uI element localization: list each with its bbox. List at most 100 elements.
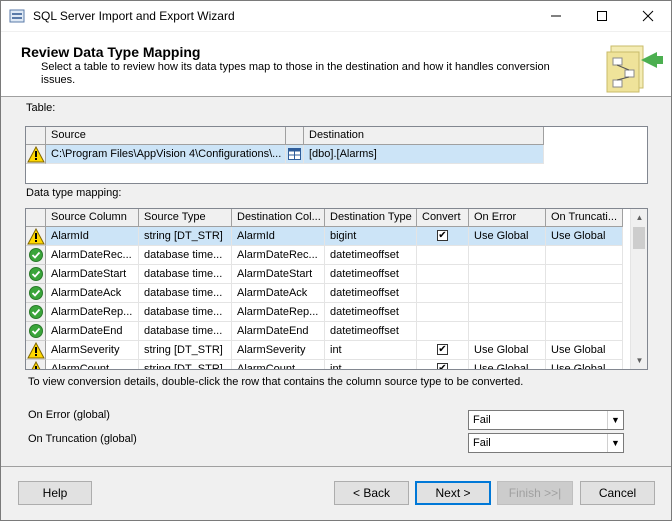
cell-convert[interactable] [417, 303, 469, 322]
convert-checkbox[interactable]: ✔ [437, 230, 448, 241]
cell-convert[interactable] [417, 284, 469, 303]
chevron-down-icon[interactable]: ▼ [607, 434, 623, 452]
mapping-col-on-error[interactable]: On Error [469, 209, 546, 227]
cell-destination-column[interactable]: AlarmId [232, 227, 325, 246]
convert-checkbox[interactable]: ✔ [437, 363, 448, 369]
cell-source-column[interactable]: AlarmDateAck [46, 284, 139, 303]
cell-destination-column[interactable]: AlarmDateEnd [232, 322, 325, 341]
cell-on-truncation[interactable] [546, 284, 623, 303]
cell-on-error[interactable]: Use Global [469, 360, 546, 369]
mapping-col-on-truncation[interactable]: On Truncati... [546, 209, 623, 227]
cancel-button[interactable]: Cancel [580, 481, 655, 505]
table-row-header[interactable] [26, 145, 46, 164]
cell-on-truncation[interactable]: Use Global [546, 227, 623, 246]
cell-source-column[interactable]: AlarmDateStart [46, 265, 139, 284]
mapping-col-destination-type[interactable]: Destination Type [325, 209, 417, 227]
mapping-row-header[interactable] [26, 303, 46, 322]
cell-destination-column[interactable]: AlarmDateRep... [232, 303, 325, 322]
chevron-down-icon[interactable]: ▼ [607, 411, 623, 429]
on-truncation-global-select[interactable]: Fail ▼ [468, 433, 624, 453]
mapping-col-source-column[interactable]: Source Column [46, 209, 139, 227]
cell-destination-column[interactable]: AlarmDateAck [232, 284, 325, 303]
cell-on-truncation[interactable]: Use Global [546, 341, 623, 360]
cell-source-type[interactable]: string [DT_STR] [139, 360, 232, 369]
table-col-source[interactable]: Source [46, 127, 286, 145]
cell-destination-type[interactable]: int [325, 341, 417, 360]
cell-on-error[interactable]: Use Global [469, 341, 546, 360]
wizard-window: SQL Server Import and Export Wizard Revi… [0, 0, 672, 521]
scroll-up-icon[interactable]: ▲ [631, 209, 647, 226]
mapping-row-header[interactable] [26, 284, 46, 303]
cell-destination-type[interactable]: bigint [325, 227, 417, 246]
mapping-row-header[interactable] [26, 246, 46, 265]
cell-convert[interactable]: ✔ [417, 341, 469, 360]
next-button[interactable]: Next > [415, 481, 491, 505]
mapping-row-header[interactable] [26, 360, 46, 369]
cell-source-column[interactable]: AlarmDateRec... [46, 246, 139, 265]
cell-destination-type[interactable]: datetimeoffset [325, 265, 417, 284]
cell-source-column[interactable]: AlarmDateEnd [46, 322, 139, 341]
cell-on-error[interactable] [469, 265, 546, 284]
scroll-down-icon[interactable]: ▼ [631, 352, 647, 369]
cell-destination-type[interactable]: int [325, 360, 417, 369]
cell-on-truncation[interactable]: Use Global [546, 360, 623, 369]
cell-source-type[interactable]: database time... [139, 284, 232, 303]
cell-source-type[interactable]: string [DT_STR] [139, 227, 232, 246]
cell-destination-column[interactable]: AlarmDateStart [232, 265, 325, 284]
minimize-button[interactable] [533, 1, 579, 31]
cell-destination-column[interactable]: AlarmDateRec... [232, 246, 325, 265]
cell-source-column[interactable]: AlarmId [46, 227, 139, 246]
on-error-global-select[interactable]: Fail ▼ [468, 410, 624, 430]
back-button[interactable]: < Back [334, 481, 409, 505]
mapping-row-header[interactable] [26, 341, 46, 360]
cell-on-error[interactable] [469, 246, 546, 265]
cell-source-type[interactable]: database time... [139, 265, 232, 284]
cell-source-column[interactable]: AlarmSeverity [46, 341, 139, 360]
cell-destination-type[interactable]: datetimeoffset [325, 284, 417, 303]
cell-destination-column[interactable]: AlarmSeverity [232, 341, 325, 360]
table-col-destination[interactable]: Destination [304, 127, 544, 145]
cell-on-truncation[interactable] [546, 265, 623, 284]
mapping-row-header[interactable] [26, 227, 46, 246]
cell-on-truncation[interactable] [546, 322, 623, 341]
mapping-row-header[interactable] [26, 265, 46, 284]
cell-source-column[interactable]: AlarmCount [46, 360, 139, 369]
cell-destination-type[interactable]: datetimeoffset [325, 246, 417, 265]
mapping-grid[interactable]: Source Column Source Type Destination Co… [25, 208, 648, 370]
cell-on-error[interactable] [469, 322, 546, 341]
help-button[interactable]: Help [18, 481, 92, 505]
cell-convert[interactable]: ✔ [417, 227, 469, 246]
maximize-button[interactable] [579, 1, 625, 31]
cell-convert[interactable] [417, 265, 469, 284]
cell-on-error[interactable] [469, 303, 546, 322]
mapping-row-header[interactable] [26, 322, 46, 341]
cell-on-truncation[interactable] [546, 303, 623, 322]
cell-convert[interactable] [417, 246, 469, 265]
cell-destination-column[interactable]: AlarmCount [232, 360, 325, 369]
cell-convert[interactable]: ✔ [417, 360, 469, 369]
cell-source-type[interactable]: database time... [139, 246, 232, 265]
cell-convert[interactable] [417, 322, 469, 341]
convert-checkbox[interactable]: ✔ [437, 344, 448, 355]
cell-source-type[interactable]: database time... [139, 322, 232, 341]
mapping-scrollbar[interactable]: ▲ ▼ [630, 209, 647, 369]
close-button[interactable] [625, 1, 671, 31]
data-mapping-graphic-icon [606, 45, 663, 93]
table-row-source[interactable]: C:\Program Files\AppVision 4\Configurati… [46, 145, 286, 164]
cell-on-error[interactable] [469, 284, 546, 303]
table-grid[interactable]: Source Destination C:\Program Files\AppV… [25, 126, 648, 184]
cell-on-error[interactable]: Use Global [469, 227, 546, 246]
cell-source-type[interactable]: string [DT_STR] [139, 341, 232, 360]
finish-button[interactable]: Finish >>| [497, 481, 573, 505]
cell-on-truncation[interactable] [546, 246, 623, 265]
cell-source-column[interactable]: AlarmDateRep... [46, 303, 139, 322]
cell-source-type[interactable]: database time... [139, 303, 232, 322]
mapping-col-destination-column[interactable]: Destination Col... [232, 209, 325, 227]
table-row-dest-icon-cell[interactable] [286, 145, 304, 164]
table-row-destination[interactable]: [dbo].[Alarms] [304, 145, 544, 164]
mapping-col-source-type[interactable]: Source Type [139, 209, 232, 227]
mapping-col-convert[interactable]: Convert [417, 209, 469, 227]
cell-destination-type[interactable]: datetimeoffset [325, 322, 417, 341]
scroll-thumb[interactable] [633, 227, 645, 249]
cell-destination-type[interactable]: datetimeoffset [325, 303, 417, 322]
